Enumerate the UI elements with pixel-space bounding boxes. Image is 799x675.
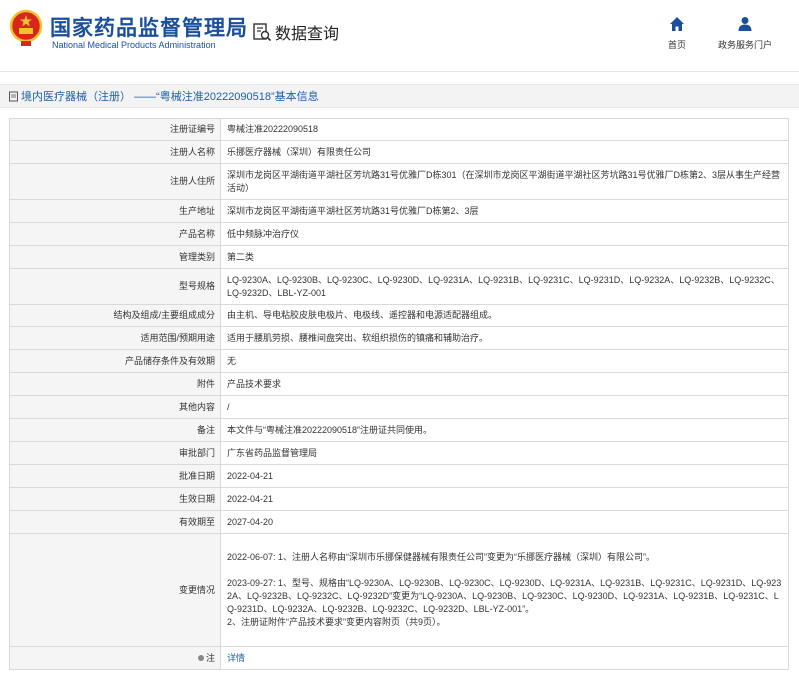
row-label: 注册人住所	[9, 163, 221, 200]
search-doc-icon	[253, 23, 272, 42]
row-label: 管理类别	[9, 245, 221, 269]
row-value: 2027-04-20	[220, 510, 789, 534]
row-label: 附件	[9, 372, 221, 396]
table-row: 适用范围/预期用途 适用于腰肌劳损、腰椎间盘突出、软组织损伤的镇痛和辅助治疗。	[9, 326, 789, 350]
nav-gov-portal[interactable]: 政务服务门户	[718, 16, 772, 51]
row-label: 适用范围/预期用途	[9, 326, 221, 350]
row-label: 结构及组成/主要组成成分	[9, 304, 221, 327]
info-table: 注册证编号 粤械注准20222090518 注册人名称 乐挪医疗器械（深圳）有限…	[9, 118, 789, 670]
nav-gov-label: 政务服务门户	[718, 40, 773, 50]
table-row: 审批部门 广东省药品监督管理局	[9, 441, 789, 465]
record-title: 境内医疗器械（注册） ——“粤械注准20222090518”基本信息	[21, 91, 319, 103]
table-row: 生效日期 2022-04-21	[9, 487, 789, 511]
table-row: 变更情况 2022-06-07: 1、注册人名称由“深圳市乐挪保健器械有限责任公…	[9, 533, 789, 647]
row-value: 深圳市龙岗区平湖街道平湖社区芳坑路31号优雅厂D栋第2、3层	[220, 199, 789, 223]
table-row: 管理类别 第二类	[9, 245, 789, 269]
table-row: 产品名称 低中频脉冲治疗仪	[9, 222, 789, 246]
row-label: 产品储存条件及有效期	[9, 349, 221, 373]
row-value: 乐挪医疗器械（深圳）有限责任公司	[220, 140, 789, 164]
row-value: 低中频脉冲治疗仪	[220, 222, 789, 246]
details-link[interactable]: 详情	[227, 653, 245, 663]
row-value: 本文件与“粤械注准20222090518”注册证共同使用。	[220, 418, 789, 442]
table-row: 备注 本文件与“粤械注准20222090518”注册证共同使用。	[9, 418, 789, 442]
table-row: 有效期至 2027-04-20	[9, 510, 789, 534]
national-emblem-icon	[9, 9, 43, 46]
table-row: 注 详情	[9, 646, 789, 670]
row-value: 粤械注准20222090518	[220, 118, 789, 141]
nav-home[interactable]: 首页	[668, 16, 686, 51]
row-label: 批准日期	[9, 464, 221, 488]
row-label: 注册人名称	[9, 140, 221, 164]
row-value: 深圳市龙岗区平湖街道平湖社区芳坑路31号优雅厂D栋301（在深圳市龙岗区平湖街道…	[220, 163, 789, 200]
row-label: 其他内容	[9, 395, 221, 419]
site-header: 国家药品监督管理局 National Medical Products Admi…	[0, 0, 799, 72]
table-row: 生产地址 深圳市龙岗区平湖街道平湖社区芳坑路31号优雅厂D栋第2、3层	[9, 199, 789, 223]
row-label: 注册证编号	[9, 118, 221, 141]
row-label: 生产地址	[9, 199, 221, 223]
data-query-label: 数据查询	[275, 26, 340, 43]
table-row: 结构及组成/主要组成成分 由主机、导电粘胶皮肤电极片、电极线、遥控器和电源适配器…	[9, 304, 789, 327]
table-row: 附件 产品技术要求	[9, 372, 789, 396]
row-value: 第二类	[220, 245, 789, 269]
row-value: 适用于腰肌劳损、腰椎间盘突出、软组织损伤的镇痛和辅助治疗。	[220, 326, 789, 350]
row-label: 生效日期	[9, 487, 221, 511]
row-label-note: 注	[9, 646, 221, 670]
row-value: LQ-9230A、LQ-9230B、LQ-9230C、LQ-9230D、LQ-9…	[220, 268, 789, 305]
table-row: 注册证编号 粤械注准20222090518	[9, 118, 789, 141]
site-subtitle: National Medical Products Administration	[52, 40, 216, 50]
row-value: 广东省药品监督管理局	[220, 441, 789, 465]
table-row: 其他内容 /	[9, 395, 789, 419]
data-query-title: 数据查询	[252, 20, 339, 44]
row-label: 型号规格	[9, 268, 221, 305]
row-value: 2022-04-21	[220, 487, 789, 511]
table-row: 批准日期 2022-04-21	[9, 464, 789, 488]
note-icon	[197, 655, 204, 662]
table-row: 注册人名称 乐挪医疗器械（深圳）有限责任公司	[9, 140, 789, 164]
record-title-bar: 境内医疗器械（注册） ——“粤械注准20222090518”基本信息	[0, 84, 799, 108]
row-value: 2022-04-21	[220, 464, 789, 488]
table-row: 型号规格 LQ-9230A、LQ-9230B、LQ-9230C、LQ-9230D…	[9, 268, 789, 305]
row-label: 有效期至	[9, 510, 221, 534]
user-icon	[738, 17, 752, 31]
home-icon	[670, 17, 684, 31]
row-label: 备注	[9, 418, 221, 442]
row-label: 注	[205, 652, 215, 663]
row-label: 审批部门	[9, 441, 221, 465]
row-value: 详情	[220, 646, 789, 670]
site-title: 国家药品监督管理局	[50, 17, 248, 40]
table-row: 注册人住所 深圳市龙岗区平湖街道平湖社区芳坑路31号优雅厂D栋301（在深圳市龙…	[9, 163, 789, 200]
nav-home-label: 首页	[668, 40, 687, 50]
row-value: 由主机、导电粘胶皮肤电极片、电极线、遥控器和电源适配器组成。	[220, 304, 789, 327]
row-label: 产品名称	[9, 222, 221, 246]
row-value: 无	[220, 349, 789, 373]
table-row: 产品储存条件及有效期 无	[9, 349, 789, 373]
row-label: 变更情况	[9, 533, 221, 647]
row-value: 产品技术要求	[220, 372, 789, 396]
change-history: 2022-06-07: 1、注册人名称由“深圳市乐挪保健器械有限责任公司”变更为…	[220, 533, 789, 647]
row-value: /	[220, 395, 789, 419]
document-icon	[9, 91, 18, 101]
